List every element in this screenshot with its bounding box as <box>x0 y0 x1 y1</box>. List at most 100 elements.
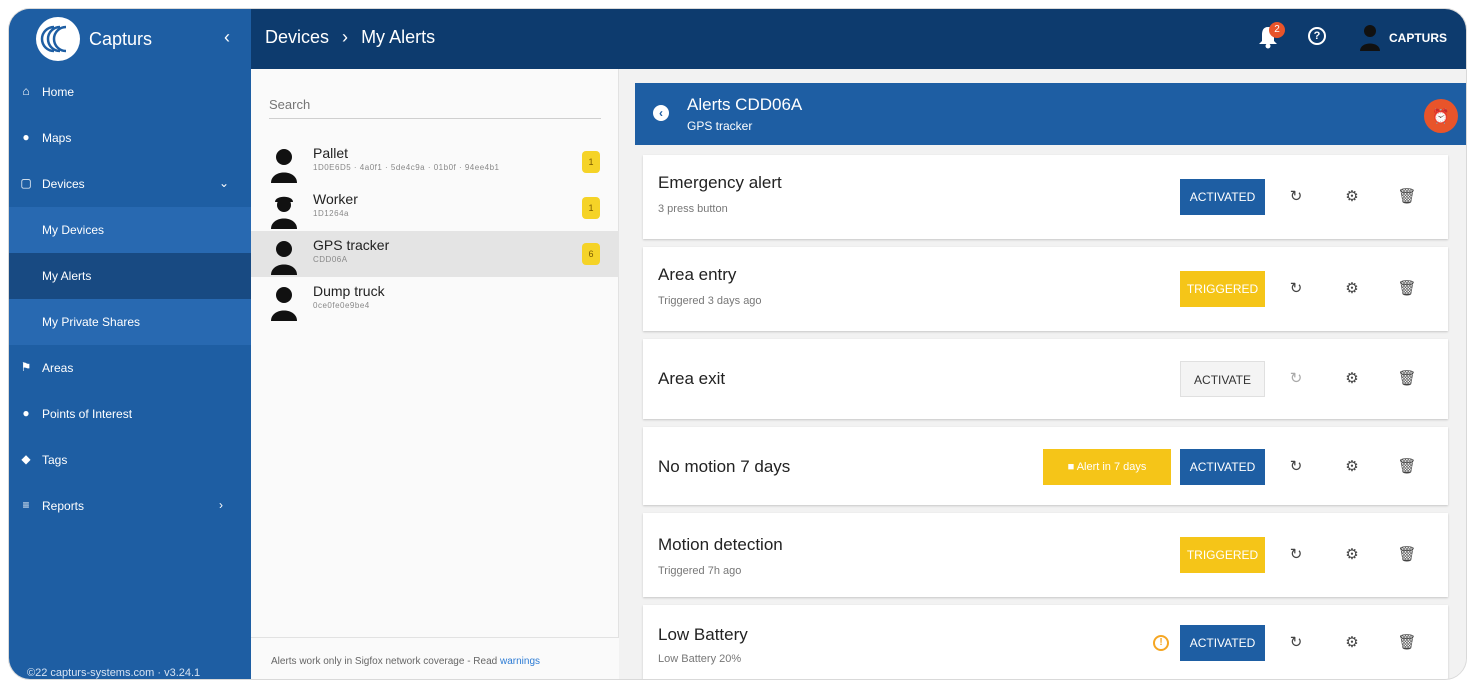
breadcrumb-separator: › <box>342 27 349 47</box>
map-pin-icon: ● <box>22 130 30 144</box>
sidebar-item-points-of-interest[interactable]: ● Points of Interest <box>9 391 251 437</box>
status-button[interactable]: ACTIVATED <box>1180 179 1265 215</box>
alerts-panel: ‹ Alerts CDD06A GPS tracker ⏰ Emergency … <box>619 69 1466 679</box>
sidebar-item-areas[interactable]: ⚑ Areas <box>9 345 251 391</box>
poi-icon: ● <box>22 406 30 420</box>
device-id: 0ce0fe0e9be4 <box>313 301 370 310</box>
alert-card-area-exit: Area exit ACTIVATE ↻ ⚙ 🗑 <box>643 339 1448 419</box>
sidebar-item-label: My Alerts <box>42 269 92 283</box>
sidebar-item-reports[interactable]: ≡ Reports › <box>9 483 251 529</box>
back-button[interactable]: ‹ <box>653 105 669 121</box>
alert-card-low-battery: Low Battery Low Battery 20% ! ACTIVATED … <box>643 605 1448 679</box>
alert-title: Motion detection <box>658 535 783 554</box>
sidebar-item-label: Areas <box>42 361 74 375</box>
person-icon <box>271 287 297 321</box>
alarm-clock-button[interactable]: ⏰ <box>1424 99 1458 133</box>
device-id: 1D0E6D5 · 4a0f1 · 5de4c9a · 01b0f · 94ee… <box>313 163 500 172</box>
alert-count-badge: 6 <box>582 243 600 265</box>
sidebar-item-label: Maps <box>42 131 72 145</box>
refresh-icon[interactable]: ↻ <box>1285 456 1307 478</box>
person-icon <box>271 241 297 275</box>
status-button[interactable]: TRIGGERED <box>1180 271 1265 307</box>
sidebar-footer: ©22 capturs-systems.com · v3.24.1 <box>27 667 201 679</box>
sidebar-item-label: Devices <box>42 177 85 191</box>
alerts-subtitle: GPS tracker <box>687 119 753 133</box>
sidebar-item-home[interactable]: ⌂ Home <box>9 69 251 115</box>
sidebar-item-label: My Devices <box>42 223 105 237</box>
refresh-icon[interactable]: ↻ <box>1285 278 1307 300</box>
sidebar-item-label: Tags <box>42 453 68 467</box>
alert-title: Area entry <box>658 265 737 284</box>
chevron-down-icon: ⌄ <box>219 176 230 190</box>
sidebar-item-devices[interactable]: ▢ Devices ⌄ <box>9 161 251 207</box>
worker-icon <box>271 196 297 229</box>
sidebar: ⌂ Home ● Maps ▢ Devices ⌄ My Devices My … <box>9 69 251 679</box>
gear-icon[interactable]: ⚙ <box>1341 544 1363 566</box>
trash-icon[interactable]: 🗑 <box>1396 632 1418 654</box>
alert-description: Triggered 7h ago <box>658 565 742 577</box>
device-id: CDD06A <box>313 255 348 264</box>
sidebar-item-tags[interactable]: ◆ Tags <box>9 437 251 483</box>
top-bar: Capturs ‹ Devices › My Alerts 2 ? CAPTUR… <box>9 9 1466 69</box>
sidebar-item-my-devices[interactable]: My Devices <box>9 207 251 253</box>
sidebar-item-my-private-shares[interactable]: My Private Shares <box>9 299 251 345</box>
gear-icon[interactable]: ⚙ <box>1341 278 1363 300</box>
gear-icon[interactable]: ⚙ <box>1341 368 1363 390</box>
stop-icon: ■ <box>1067 461 1077 473</box>
gear-icon[interactable]: ⚙ <box>1341 186 1363 208</box>
alert-title: Area exit <box>658 369 726 388</box>
coverage-notice-text: Alerts work only in Sigfox network cover… <box>271 656 498 667</box>
capturs-logo[interactable] <box>36 17 80 61</box>
sidebar-item-my-alerts[interactable]: My Alerts <box>9 253 251 299</box>
warnings-link[interactable]: warnings <box>500 656 540 667</box>
device-item-gps-tracker[interactable]: GPS tracker CDD06A 6 <box>251 231 619 277</box>
activate-button[interactable]: ACTIVATE <box>1180 361 1265 397</box>
breadcrumb-current: My Alerts <box>361 27 436 47</box>
status-button[interactable]: ACTIVATED <box>1180 625 1265 661</box>
device-item-pallet[interactable]: Pallet 1D0E6D5 · 4a0f1 · 5de4c9a · 01b0f… <box>251 139 619 185</box>
gear-icon[interactable]: ⚙ <box>1341 632 1363 654</box>
device-item-dump-truck[interactable]: Dump truck 0ce0fe0e9be4 <box>251 277 619 323</box>
user-name[interactable]: CAPTURS <box>1389 31 1447 45</box>
coverage-notice: Alerts work only in Sigfox network cover… <box>251 637 619 679</box>
areas-icon: ⚑ <box>20 360 32 374</box>
app-window: Capturs ‹ Devices › My Alerts 2 ? CAPTUR… <box>8 8 1467 680</box>
device-list-panel: Pallet 1D0E6D5 · 4a0f1 · 5de4c9a · 01b0f… <box>251 69 619 679</box>
alert-description: 3 press button <box>658 203 728 215</box>
user-avatar-icon[interactable] <box>1359 23 1381 51</box>
alert-card-motion-detection: Motion detection Triggered 7h ago TRIGGE… <box>643 513 1448 597</box>
alert-title: No motion 7 days <box>658 457 791 476</box>
trash-icon[interactable]: 🗑 <box>1396 278 1418 300</box>
home-icon: ⌂ <box>22 84 30 98</box>
breadcrumb-devices[interactable]: Devices <box>265 27 329 47</box>
collapse-sidebar-button[interactable]: ‹ <box>217 27 237 48</box>
alerts-title: Alerts CDD06A <box>687 95 803 114</box>
countdown-badge: ■ Alert in 7 days <box>1043 449 1171 485</box>
gear-icon[interactable]: ⚙ <box>1341 456 1363 478</box>
status-button[interactable]: TRIGGERED <box>1180 537 1265 573</box>
help-icon[interactable]: ? <box>1308 27 1326 45</box>
refresh-icon[interactable]: ↻ <box>1285 544 1307 566</box>
sidebar-item-maps[interactable]: ● Maps <box>9 115 251 161</box>
sidebar-item-label: Home <box>42 85 75 99</box>
alerts-header: ‹ Alerts CDD06A GPS tracker ⏰ <box>635 83 1466 145</box>
device-name: Dump truck <box>313 283 385 299</box>
trash-icon[interactable]: 🗑 <box>1396 368 1418 390</box>
search-input[interactable] <box>269 91 601 119</box>
alert-description: Low Battery 20% <box>658 653 742 665</box>
device-name: GPS tracker <box>313 237 390 253</box>
app-name: Capturs <box>89 29 153 49</box>
refresh-icon[interactable]: ↻ <box>1285 186 1307 208</box>
alert-count-badge: 1 <box>582 197 600 219</box>
device-item-worker[interactable]: Worker 1D1264a 1 <box>251 185 619 231</box>
status-button[interactable]: ACTIVATED <box>1180 449 1265 485</box>
refresh-icon[interactable]: ↻ <box>1285 632 1307 654</box>
sidebar-item-label: Reports <box>42 499 85 513</box>
trash-icon[interactable]: 🗑 <box>1396 186 1418 208</box>
trash-icon[interactable]: 🗑 <box>1396 456 1418 478</box>
device-name: Worker <box>313 191 358 207</box>
refresh-icon[interactable]: ↻ <box>1285 368 1307 390</box>
trash-icon[interactable]: 🗑 <box>1396 544 1418 566</box>
notification-badge: 2 <box>1269 22 1285 38</box>
warning-icon: ! <box>1153 635 1169 651</box>
